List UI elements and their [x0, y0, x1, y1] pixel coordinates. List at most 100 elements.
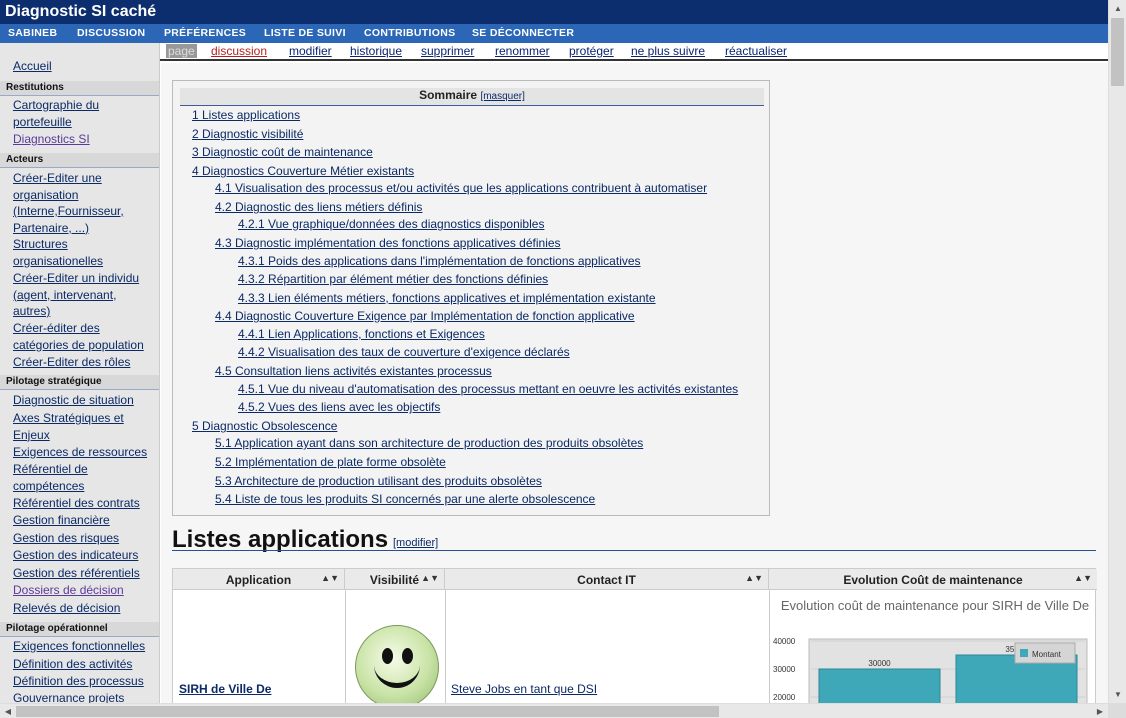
sidebar-item-categories-population[interactable]: Créer-éditer des catégories de populatio… [13, 320, 153, 353]
toc-item[interactable]: 4.5.2 Vues des liens avec les objectifs [238, 400, 440, 414]
sidebar-item-gestion-financiere[interactable]: Gestion financière [13, 512, 153, 529]
user-menu-logout[interactable]: SE DÉCONNECTER [472, 27, 574, 39]
table-cell-contact[interactable]: Steve Jobs en tant que DSI [451, 682, 597, 696]
scroll-left-icon[interactable]: ◀ [0, 704, 16, 718]
toc-hide-link[interactable]: [masquer] [480, 91, 524, 102]
site-header: Diagnostic SI caché [0, 0, 1108, 24]
tab-modifier[interactable]: modifier [289, 44, 332, 58]
site-title: Diagnostic SI caché [5, 3, 157, 20]
sort-icon[interactable]: ▲▼ [745, 573, 763, 583]
user-menu-preferences[interactable]: PRÉFÉRENCES [164, 27, 246, 39]
tab-page[interactable]: page [166, 44, 197, 58]
scroll-down-icon[interactable]: ▼ [1109, 686, 1126, 703]
sidebar-item-releves-decision[interactable]: Relevés de décision [13, 600, 153, 617]
sidebar-item-diagnostics-si[interactable]: Diagnostics SI [13, 131, 153, 148]
toc-item[interactable]: 4.4 Diagnostic Couverture Exigence par I… [215, 309, 635, 323]
toc-item[interactable]: 4.4.1 Lien Applications, fonctions et Ex… [238, 327, 485, 341]
horizontal-scroll-thumb[interactable] [16, 706, 719, 717]
sidebar-item-gestion-referentiels[interactable]: Gestion des référentiels [13, 565, 153, 582]
sidebar-heading-restitutions: Restitutions [0, 81, 159, 96]
sort-icon[interactable]: ▲▼ [321, 573, 339, 583]
toc-item[interactable]: 3 Diagnostic coût de maintenance [192, 145, 373, 159]
sort-icon[interactable]: ▲▼ [421, 573, 439, 583]
toc-item[interactable]: 5.2 Implémentation de plate forme obsolè… [215, 455, 446, 469]
smiley-eye [402, 648, 413, 664]
chart-bar [818, 668, 941, 703]
chart-legend-swatch [1020, 649, 1028, 657]
user-menu-watchlist[interactable]: LISTE DE SUIVI [264, 27, 346, 39]
toc-item[interactable]: 5.3 Architecture de production utilisant… [215, 474, 542, 488]
scroll-right-icon[interactable]: ▶ [1092, 704, 1108, 718]
vertical-scroll-thumb[interactable] [1111, 18, 1124, 86]
sidebar-item-cartographie[interactable]: Cartographie du portefeuille [13, 97, 153, 130]
sort-icon[interactable]: ▲▼ [1074, 573, 1092, 583]
toc-item[interactable]: 5.4 Liste de tous les produits SI concer… [215, 492, 595, 506]
tab-proteger[interactable]: protéger [569, 44, 614, 58]
toc-item[interactable]: 4.2 Diagnostic des liens métiers définis [215, 200, 422, 214]
toc-item[interactable]: 4.3 Diagnostic implémentation des foncti… [215, 236, 561, 250]
column-header-label: Contact IT [577, 573, 636, 587]
sidebar-item-roles[interactable]: Créer-Editer des rôles [13, 354, 153, 371]
sidebar-item-gouvernance-projets[interactable]: Gouvernance projets [13, 690, 153, 703]
column-header-evolution[interactable]: Evolution Coût de maintenance ▲▼ [769, 569, 1097, 590]
column-header-visibilite[interactable]: Visibilité ▲▼ [345, 569, 445, 590]
chart-y-tick-label: 20000 [773, 693, 796, 702]
section-edit-link[interactable]: [modifier] [393, 537, 438, 549]
sidebar-item-referentiel-contrats[interactable]: Référentiel des contrats [13, 495, 153, 512]
smiley-icon [355, 625, 439, 703]
tab-reactualiser[interactable]: réactualiser [725, 44, 787, 58]
toc-item[interactable]: 4.3.2 Répartition par élément métier des… [238, 272, 548, 286]
sidebar-item-creer-individu[interactable]: Créer-Editer un individu (agent, interve… [13, 270, 153, 320]
table-cell-application[interactable]: SIRH de Ville De [179, 682, 271, 696]
sidebar-item-structures[interactable]: Structures organisationelles [13, 236, 153, 269]
toc-item[interactable]: 4.5.1 Vue du niveau d'automatisation des… [238, 382, 738, 396]
sidebar-heading-pilotage-strategique: Pilotage stratégique [0, 375, 159, 390]
toc-item[interactable]: 4.4.2 Visualisation des taux de couvertu… [238, 345, 570, 359]
tab-ne-plus-suivre[interactable]: ne plus suivre [631, 44, 705, 58]
user-menu: SABINEB DISCUSSION PRÉFÉRENCES LISTE DE … [0, 24, 1108, 43]
column-header-application[interactable]: Application ▲▼ [173, 569, 345, 590]
toc-item[interactable]: 5.1 Application ayant dans son architect… [215, 436, 643, 450]
scroll-up-icon[interactable]: ▲ [1109, 0, 1126, 17]
sidebar-item-definition-activites[interactable]: Définition des activités [13, 656, 153, 673]
sidebar-heading-pilotage-operationnel: Pilotage opérationnel [0, 622, 159, 637]
tab-supprimer[interactable]: supprimer [421, 44, 474, 58]
sidebar-heading-acteurs: Acteurs [0, 153, 159, 168]
column-divider [345, 590, 346, 703]
column-header-contact[interactable]: Contact IT ▲▼ [445, 569, 769, 590]
user-menu-user[interactable]: SABINEB [8, 27, 57, 39]
sidebar-item-exigences-fonctionnelles[interactable]: Exigences fonctionnelles [13, 638, 153, 655]
smiley-mouth [374, 664, 420, 688]
sidebar-item-accueil[interactable]: Accueil [13, 58, 153, 75]
toc-item[interactable]: 4.1 Visualisation des processus et/ou ac… [215, 181, 707, 195]
chart-title: Evolution coût de maintenance pour SIRH … [780, 598, 1090, 613]
toc-item[interactable]: 1 Listes applications [192, 108, 300, 122]
sidebar-item-exigences-ressources[interactable]: Exigences de ressources [13, 444, 153, 461]
sidebar-item-referentiel-competences[interactable]: Référentiel de compétences [13, 461, 153, 494]
column-header-label: Evolution Coût de maintenance [843, 573, 1023, 587]
toc-item[interactable]: 5 Diagnostic Obsolescence [192, 419, 337, 433]
toc-item[interactable]: 4 Diagnostics Couverture Métier existant… [192, 164, 414, 178]
toc-item[interactable]: 4.5 Consultation liens activités existan… [215, 364, 492, 378]
section-divider [172, 550, 1096, 551]
horizontal-scrollbar[interactable]: ◀ ▶ [0, 703, 1108, 718]
toc-item[interactable]: 4.3.3 Lien éléments métiers, fonctions a… [238, 291, 656, 305]
vertical-scrollbar[interactable]: ▲ ▼ [1108, 0, 1126, 703]
column-header-label: Visibilité [369, 573, 420, 587]
sidebar-item-definition-processus[interactable]: Définition des processus [13, 673, 153, 690]
sidebar-item-gestion-indicateurs[interactable]: Gestion des indicateurs [13, 547, 153, 564]
user-menu-discussion[interactable]: DISCUSSION [77, 27, 145, 39]
sidebar-item-creer-organisation[interactable]: Créer-Editer une organisation (Interne,F… [13, 170, 153, 236]
sidebar-item-axes-strategiques[interactable]: Axes Stratégiques et Enjeux [13, 410, 153, 443]
tab-historique[interactable]: historique [350, 44, 402, 58]
sidebar-item-dossiers-decision[interactable]: Dossiers de décision [13, 582, 153, 599]
tab-renommer[interactable]: renommer [495, 44, 550, 58]
tab-discussion[interactable]: discussion [211, 44, 267, 58]
sidebar-item-gestion-risques[interactable]: Gestion des risques [13, 530, 153, 547]
scrollbar-corner [1108, 703, 1126, 718]
toc-item[interactable]: 2 Diagnostic visibilité [192, 127, 303, 141]
sidebar-item-diagnostic-situation[interactable]: Diagnostic de situation [13, 392, 153, 409]
user-menu-contributions[interactable]: CONTRIBUTIONS [364, 27, 455, 39]
toc-item[interactable]: 4.2.1 Vue graphique/données des diagnost… [238, 217, 544, 231]
toc-item[interactable]: 4.3.1 Poids des applications dans l'impl… [238, 254, 641, 268]
